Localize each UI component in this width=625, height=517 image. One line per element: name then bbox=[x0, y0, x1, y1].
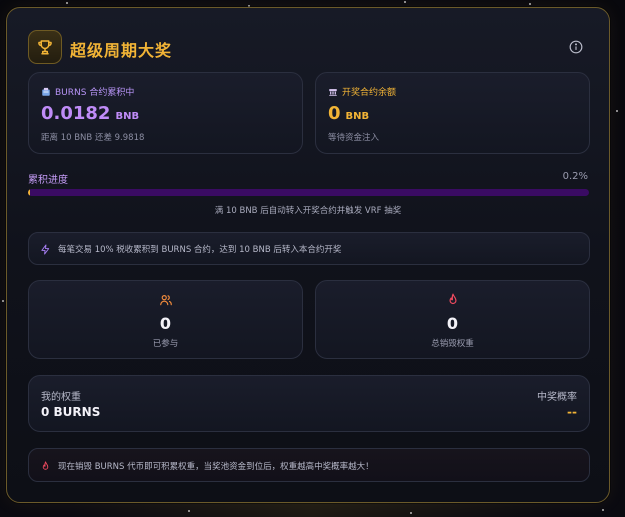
accumulation-label-row: BURNS 合约累积中 bbox=[41, 85, 134, 98]
burn-weight-label: 总销毁权重 bbox=[431, 339, 474, 349]
balance-unit: BNB bbox=[345, 111, 370, 122]
tax-info-notice: 每笔交易 10% 税收累积到 BURNS 合约，达到 10 BNB 后转入本合约… bbox=[28, 232, 590, 265]
background-star bbox=[529, 3, 531, 5]
background-star bbox=[2, 300, 4, 302]
participants-stat-card: 0 已参与 bbox=[28, 280, 303, 359]
accumulation-unit: BNB bbox=[115, 111, 140, 122]
my-weight-label: 我的权重 bbox=[41, 392, 81, 403]
background-star bbox=[602, 509, 604, 511]
lightning-icon bbox=[41, 244, 50, 255]
accumulation-value-row: 0.0182 BNB bbox=[41, 103, 139, 124]
contract-icon bbox=[42, 87, 50, 96]
bank-icon bbox=[329, 88, 337, 96]
flame-icon bbox=[42, 461, 49, 470]
burn-weight-stat-card: 0 总销毁权重 bbox=[315, 280, 590, 359]
participants-label: 已参与 bbox=[152, 339, 179, 349]
page-title: 超级周期大奖 bbox=[70, 41, 173, 60]
accumulation-value: 0.0182 bbox=[41, 103, 111, 124]
participants-icon-row bbox=[29, 293, 302, 307]
trophy-icon bbox=[38, 40, 52, 55]
trophy-badge bbox=[28, 30, 62, 64]
background-star bbox=[188, 510, 190, 512]
burn-hint-text: 现在销毁 BURNS 代币即可积累权重，当奖池资金到位后，权重越高中奖概率越大！ bbox=[58, 462, 374, 472]
balance-label-row: 开奖合约余额 bbox=[328, 85, 396, 98]
participants-count: 0 bbox=[159, 314, 172, 333]
accumulation-card: BURNS 合约累积中 0.0182 BNB 距离 10 BNB 还差 9.981… bbox=[28, 72, 303, 154]
progress-track bbox=[28, 189, 589, 196]
super-cycle-prize-panel: 超级周期大奖 BURNS 合约累积中 0.0182 BNB 距离 10 BNB 还… bbox=[6, 7, 610, 503]
background-star bbox=[410, 512, 412, 514]
burn-weight-icon-row bbox=[316, 293, 589, 307]
progress-label: 累积进度 bbox=[28, 175, 68, 186]
tax-info-text: 每笔交易 10% 税收累积到 BURNS 合约，达到 10 BNB 后转入本合约… bbox=[58, 245, 342, 255]
progress-fill bbox=[28, 189, 30, 196]
users-icon bbox=[159, 295, 172, 306]
my-weight-value: 0 BURNS bbox=[41, 405, 101, 419]
win-odds-label: 中奖概率 bbox=[537, 392, 577, 403]
info-button[interactable] bbox=[569, 40, 583, 54]
win-odds-value: -- bbox=[567, 405, 577, 419]
burn-hint-notice: 现在销毁 BURNS 代币即可积累权重，当奖池资金到位后，权重越高中奖概率越大！ bbox=[28, 448, 590, 482]
background-star bbox=[616, 110, 618, 112]
balance-value: 0 bbox=[328, 103, 341, 124]
accumulation-label: BURNS 合约累积中 bbox=[55, 88, 135, 98]
my-weight-card: 我的权重 0 BURNS 中奖概率 -- bbox=[28, 375, 590, 432]
background-star bbox=[404, 1, 406, 3]
background-star bbox=[66, 2, 68, 4]
flame-icon bbox=[449, 293, 456, 305]
accumulation-note: 距离 10 BNB 还差 9.9818 bbox=[41, 133, 145, 143]
burn-weight-total: 0 bbox=[446, 314, 459, 333]
progress-note: 满 10 BNB 后自动转入开奖合约并触发 VRF 抽奖 bbox=[214, 206, 402, 216]
prize-balance-card: 开奖合约余额 0 BNB 等待资金注入 bbox=[315, 72, 590, 154]
balance-value-row: 0 BNB bbox=[328, 103, 369, 124]
progress-percent: 0.2% bbox=[562, 171, 588, 182]
balance-label: 开奖合约余额 bbox=[342, 88, 397, 98]
balance-note: 等待资金注入 bbox=[328, 133, 380, 143]
info-icon bbox=[569, 40, 583, 54]
